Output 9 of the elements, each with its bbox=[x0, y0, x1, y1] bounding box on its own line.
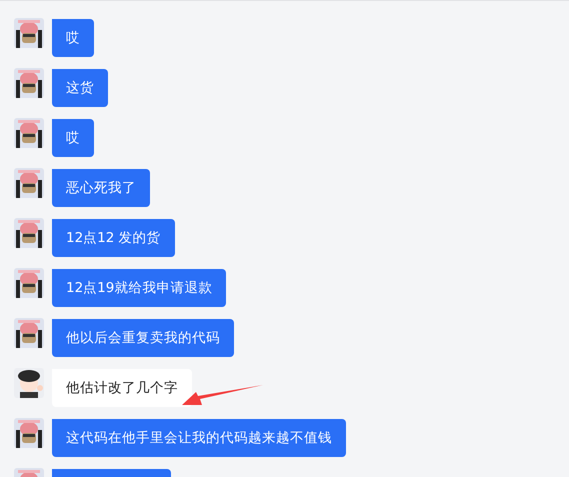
message-bubble: 哎 bbox=[52, 19, 94, 57]
message-bubble: 他以后会重复卖我的代码 bbox=[52, 319, 234, 357]
message-bubble: 恶心死我了 bbox=[52, 169, 150, 207]
message-bubble: 这代码在他手里会让我的代码越来越不值钱 bbox=[52, 419, 346, 457]
message-bubble: 他估计改了几个字 bbox=[52, 369, 192, 407]
message-bubble: 这货 bbox=[52, 69, 108, 107]
message-bubble: 哎 bbox=[52, 119, 94, 157]
message-bubble: 12点12 发的货 bbox=[52, 219, 175, 257]
message-bubble: 12点19就给我申请退款 bbox=[52, 269, 226, 307]
